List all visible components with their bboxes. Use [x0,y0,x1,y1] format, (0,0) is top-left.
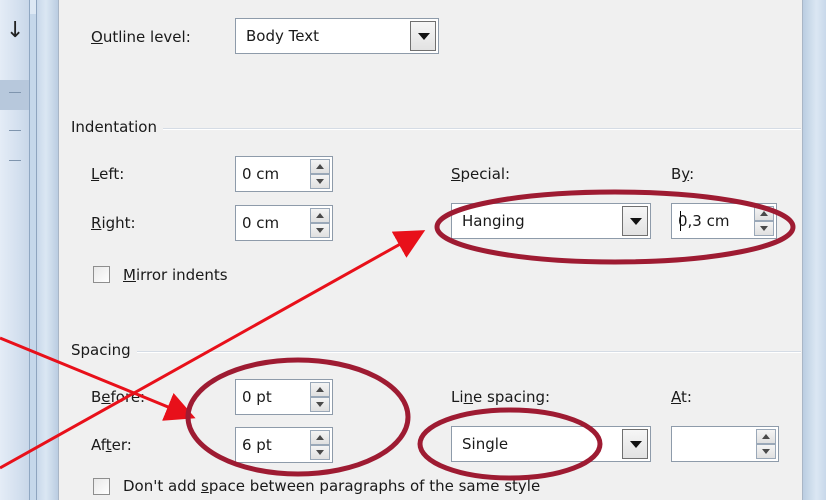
annotation-ellipse-line-spacing [417,407,603,481]
annotation-ellipse-special [434,189,796,265]
annotation-arrow-indentation [0,230,426,470]
annotation-ellipse-spacing [185,357,411,477]
annotation-overlay [0,189,796,481]
